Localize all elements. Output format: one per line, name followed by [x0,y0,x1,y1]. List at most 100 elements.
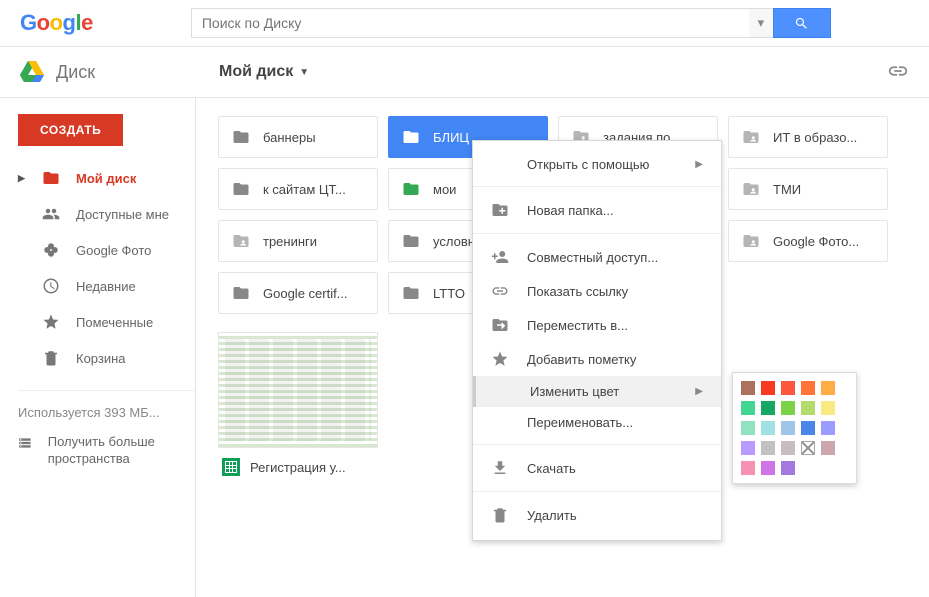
search-options-dropdown[interactable]: ▾ [749,8,773,38]
color-swatch[interactable] [761,401,775,415]
folder-label: Google Фото... [773,234,859,249]
sidebar-item-photos[interactable]: Google Фото [18,232,195,268]
search-bar: ▾ [191,8,831,38]
folder-item[interactable]: ТМИ [728,168,888,210]
storage-link-label: Получить больше пространства [48,434,195,468]
folder-label: мои [433,182,456,197]
link-icon [887,60,909,82]
menu-move[interactable]: Переместить в... [473,308,721,342]
get-link-button[interactable] [887,60,909,85]
folder-item[interactable]: тренинги [218,220,378,262]
folder-icon [231,232,251,250]
trash-icon [491,506,509,524]
folder-item[interactable]: к сайтам ЦТ... [218,168,378,210]
sidebar-item-starred[interactable]: Помеченные [18,304,195,340]
sidebar-item-label: Корзина [76,351,126,366]
link-icon [491,282,509,300]
people-icon [42,205,60,223]
color-swatch[interactable] [801,381,815,395]
trash-icon [42,349,60,367]
star-icon [42,313,60,331]
folder-label: ТМИ [773,182,801,197]
photos-icon [42,241,60,259]
share-icon [491,248,509,266]
storage-used-text: Используется 393 МБ... [18,405,195,420]
drive-icon [20,61,44,83]
color-swatch[interactable] [761,441,775,455]
folder-item[interactable]: баннеры [218,116,378,158]
color-swatch[interactable] [781,461,795,475]
menu-star[interactable]: Добавить пометку [473,342,721,376]
chevron-down-icon: ▼ [299,67,309,78]
google-logo: Google [20,10,93,36]
color-swatch[interactable] [761,461,775,475]
color-swatch[interactable] [781,401,795,415]
folder-icon [741,180,761,198]
color-swatch[interactable] [781,381,795,395]
color-swatch[interactable] [801,441,815,455]
color-swatch[interactable] [741,421,755,435]
context-menu: Открыть с помощью ▶ Новая папка... Совме… [472,140,722,541]
menu-share[interactable]: Совместный доступ... [473,240,721,274]
color-swatch[interactable] [781,441,795,455]
color-swatch[interactable] [821,441,835,455]
sidebar-item-recent[interactable]: Недавние [18,268,195,304]
folder-icon [741,232,761,250]
clock-icon [42,277,60,295]
folder-label: тренинги [263,234,317,249]
sidebar-item-shared[interactable]: Доступные мне [18,196,195,232]
sidebar-item-label: Мой диск [76,171,136,186]
menu-change-color[interactable]: Изменить цвет ▶ [473,376,721,407]
sheets-icon [222,458,240,476]
menu-get-link[interactable]: Показать ссылку [473,274,721,308]
color-swatch[interactable] [761,421,775,435]
color-swatch[interactable] [821,401,835,415]
chevron-right-icon: ▶ [695,386,703,397]
menu-download[interactable]: Скачать [473,451,721,485]
file-item[interactable]: Регистрация у... [218,332,378,486]
folder-item[interactable]: Google certif... [218,272,378,314]
folder-icon [401,128,421,146]
menu-delete[interactable]: Удалить [473,498,721,532]
color-swatch[interactable] [821,381,835,395]
color-swatch[interactable] [741,461,755,475]
menu-new-folder[interactable]: Новая папка... [473,193,721,227]
file-thumbnail [218,332,378,448]
folder-label: ИТ в образо... [773,130,857,145]
sidebar-item-my-drive[interactable]: ▶ Мой диск [18,160,195,196]
breadcrumb[interactable]: Мой диск ▼ [219,63,309,81]
color-swatch[interactable] [821,421,835,435]
folder-label: к сайтам ЦТ... [263,182,346,197]
sidebar-item-label: Недавние [76,279,136,294]
search-input[interactable] [191,8,749,38]
star-icon [491,350,509,368]
menu-open-with[interactable]: Открыть с помощью ▶ [473,149,721,180]
create-button[interactable]: СОЗДАТЬ [18,114,123,146]
folder-item[interactable]: ИТ в образо... [728,116,888,158]
move-icon [491,316,509,334]
folder-icon [401,232,421,250]
main-content: баннерыБЛИЦзадания по ...ИТ в образо...к… [196,98,929,597]
color-swatch[interactable] [801,401,815,415]
color-swatch[interactable] [761,381,775,395]
sidebar-item-label: Доступные мне [76,207,169,222]
get-more-storage[interactable]: Получить больше пространства [18,434,195,468]
breadcrumb-label: Мой диск [219,63,293,81]
storage-icon [18,434,32,452]
sidebar-item-trash[interactable]: Корзина [18,340,195,376]
color-swatch[interactable] [741,401,755,415]
chevron-right-icon: ▶ [695,159,703,170]
folder-label: БЛИЦ [433,130,469,145]
download-icon [491,459,509,477]
drive-logo[interactable]: Диск [20,61,195,83]
color-swatch[interactable] [741,381,755,395]
search-button[interactable] [773,8,831,38]
folder-item[interactable]: Google Фото... [728,220,888,262]
folder-icon [741,128,761,146]
folder-icon [42,169,60,187]
color-swatch[interactable] [781,421,795,435]
color-swatch[interactable] [741,441,755,455]
folder-icon [401,180,421,198]
menu-rename[interactable]: Переименовать... [473,407,721,438]
color-swatch[interactable] [801,421,815,435]
